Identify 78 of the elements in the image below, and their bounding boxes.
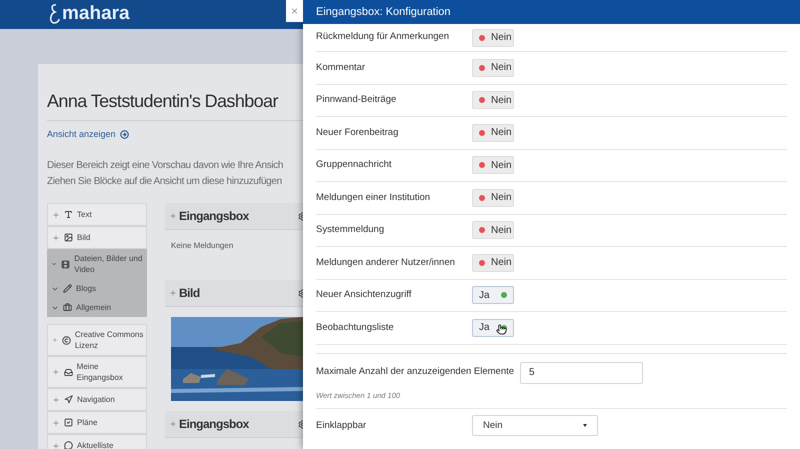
category-item[interactable]: Dateien, Bilder und Video xyxy=(47,249,147,279)
navigation-icon xyxy=(64,395,73,404)
toggle-switch[interactable]: Nein xyxy=(472,254,514,272)
category-item[interactable]: Allgemein xyxy=(47,298,147,317)
block-label: Text xyxy=(77,209,92,220)
setting-label: Einklappbar xyxy=(316,418,368,433)
block-item[interactable]: Meine Eingangsbox xyxy=(47,356,147,388)
toggle-switch[interactable]: Nein xyxy=(472,124,514,142)
block-label: Bild xyxy=(77,232,90,243)
block-label: Blogs xyxy=(76,283,96,294)
block-title: Eingangsbox xyxy=(169,415,249,433)
page-title: Anna Teststudentin's Dashboar xyxy=(47,90,278,112)
block-label: Dateien, Bilder und Video xyxy=(74,253,144,275)
briefcase-icon xyxy=(63,303,72,312)
block-label: Creative Commons Lizenz xyxy=(74,329,144,351)
inbox-icon xyxy=(64,368,73,376)
plus-icon xyxy=(52,368,60,376)
plus-icon xyxy=(52,210,60,218)
setting-label: Gruppennachricht xyxy=(316,158,393,172)
setting-label: Neuer Ansichtenzugriff xyxy=(316,288,412,302)
plus-icon xyxy=(52,396,60,404)
block-item[interactable]: Aktuelliste xyxy=(47,434,147,449)
setting-label: Rückmeldung für Anmerkungen xyxy=(316,30,450,44)
panel-title: Eingangsbox: Konfiguration xyxy=(316,4,451,20)
block-label: Aktuelliste xyxy=(77,440,114,449)
setting-label: Meldungen anderer Nutzer/innen xyxy=(316,256,456,270)
logo-text: mahara xyxy=(62,2,130,26)
toggle-switch[interactable]: Ja xyxy=(472,318,514,337)
plus-icon xyxy=(52,418,60,426)
block-item[interactable]: Navigation xyxy=(47,388,147,411)
block-label: Navigation xyxy=(77,394,115,405)
pencil-icon xyxy=(63,284,72,293)
setting-label: Systemmeldung xyxy=(316,223,386,238)
plus-icon xyxy=(169,212,177,220)
cursor-icon xyxy=(496,324,507,335)
block-item[interactable]: Creative Commons Lizenz xyxy=(47,324,147,356)
description-text: Dieser Bereich zeigt eine Vorschau davon wie Ihre Ansich xyxy=(47,159,284,173)
view-link[interactable]: Ansicht anzeigen xyxy=(47,128,303,141)
toggle-switch[interactable]: Nein xyxy=(472,188,514,207)
plus-icon xyxy=(169,420,177,428)
toggle-switch[interactable]: Nein xyxy=(472,156,514,174)
checkbox-icon xyxy=(64,418,73,427)
logo-icon xyxy=(48,3,60,26)
block-label: Pläne xyxy=(77,417,98,428)
plus-icon xyxy=(169,289,177,297)
block-title: Bild xyxy=(169,284,200,302)
number-field[interactable]: 5 xyxy=(520,362,644,384)
image-icon xyxy=(64,233,73,242)
setting-label: Neuer Forenbeitrag xyxy=(316,126,400,140)
block-item[interactable]: Text xyxy=(47,203,147,226)
copyright-icon xyxy=(62,336,71,344)
setting-label: Meldungen einer Institution xyxy=(316,190,432,205)
setting-label: Maximale Anzahl der anzuzeigenden Elemente xyxy=(316,365,514,380)
toggle-switch[interactable]: Nein xyxy=(472,28,514,46)
plus-icon xyxy=(52,336,58,344)
block-item[interactable]: Pläne xyxy=(47,411,147,434)
block-item[interactable]: Bild xyxy=(47,226,147,249)
film-icon xyxy=(61,260,70,268)
text-icon xyxy=(64,210,73,219)
arrow-right-icon xyxy=(120,130,129,139)
select-dropdown[interactable]: Nein xyxy=(472,415,598,436)
toggle-switch[interactable]: Nein xyxy=(472,91,514,110)
block-title: Eingangsbox xyxy=(169,207,249,225)
setting-label: Beobachtungsliste xyxy=(316,320,395,335)
toggle-switch[interactable]: Nein xyxy=(472,58,514,77)
category-item[interactable]: Blogs xyxy=(47,279,147,298)
setting-label: Pinnwand-Beiträge xyxy=(316,93,398,108)
plus-icon xyxy=(52,234,60,242)
chat-icon xyxy=(64,441,73,449)
block-label: Meine Eingangsbox xyxy=(76,361,124,383)
toggle-switch[interactable]: Ja xyxy=(472,286,514,304)
plus-icon xyxy=(52,442,60,449)
block-label: Allgemein xyxy=(76,302,112,313)
caret-icon xyxy=(583,424,587,428)
setting-label: Kommentar xyxy=(316,60,366,75)
description-text: Ziehen Sie Blöcke auf die Ansicht um diese hinzuzufügen xyxy=(47,175,283,189)
toggle-switch[interactable]: Nein xyxy=(472,221,514,240)
block-body-text: Keine Meldungen xyxy=(170,240,234,252)
